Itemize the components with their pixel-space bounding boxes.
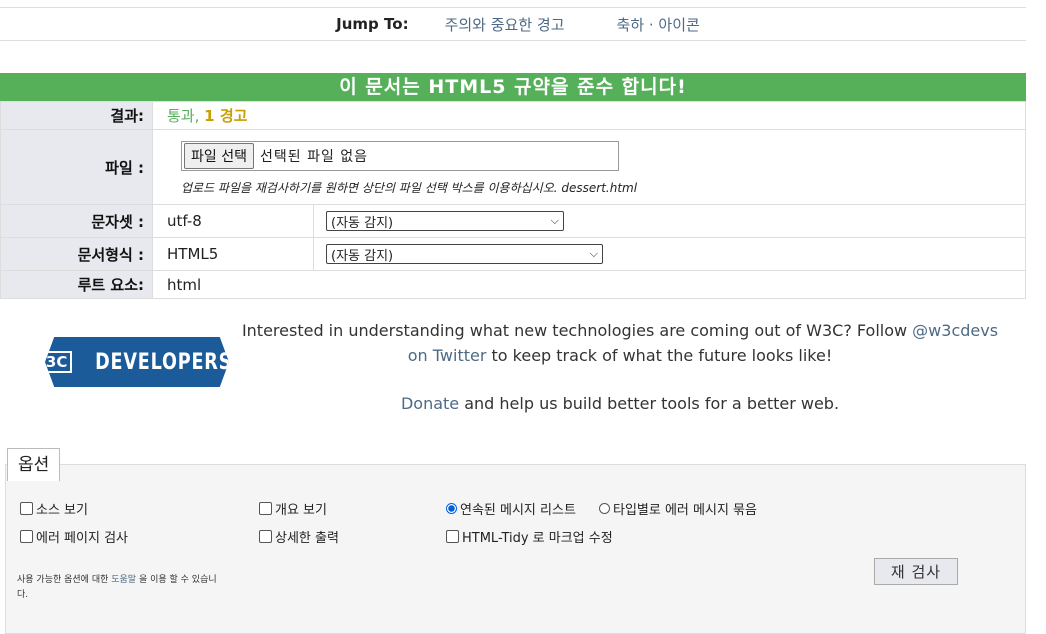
result-banner: 이 문서는 HTML5 규약을 준수 합니다!: [0, 73, 1026, 101]
file-status: 선택된 파일 없음: [259, 149, 369, 165]
promo-line1: Interested in understanding what new tec…: [241, 321, 913, 340]
chevron-down-icon: ⌵: [589, 247, 598, 260]
jump-bar: Jump To: 주의와 중요한 경고 축하 · 아이콘: [0, 8, 1026, 41]
jump-link-warnings[interactable]: 주의와 중요한 경고: [445, 14, 565, 35]
show-source-label: 소스 보기: [36, 503, 88, 518]
result-table: 결과: 통과, 1 경고 파일 : 파일 선택 선택된 파일 없음 업로드 파일…: [0, 101, 1026, 299]
outline-option[interactable]: 개요 보기: [259, 499, 327, 518]
error-page-option[interactable]: 에러 페이지 검사: [20, 527, 128, 546]
file-input[interactable]: 파일 선택 선택된 파일 없음: [181, 141, 619, 171]
help-pre: 사용 가능한 옵션에 대한: [17, 575, 112, 585]
warning-count: 1 경고: [204, 107, 248, 125]
pass-text: 통과,: [167, 107, 200, 125]
charset-select[interactable]: (자동 감지) ⌵: [326, 211, 564, 231]
root-value: html: [152, 270, 1026, 299]
result-value: 통과, 1 경고: [152, 101, 1026, 130]
promo-line1-end: to keep track of what the future looks l…: [486, 346, 833, 365]
doctype-label: 문서형식 :: [0, 237, 153, 271]
w3c-mark: W3C: [45, 351, 73, 373]
jump-label: Jump To:: [336, 15, 409, 33]
file-hint: 업로드 파일을 재검사하기를 원하면 상단의 파일 선택 박스를 이용하십시오.…: [181, 181, 638, 195]
result-label: 결과:: [0, 101, 153, 130]
doctype-select-value: (자동 감지): [331, 248, 394, 264]
outline-checkbox[interactable]: [259, 502, 272, 515]
verbose-option[interactable]: 상세한 출력: [259, 527, 339, 546]
charset-select-value: (자동 감지): [331, 215, 394, 231]
root-label: 루트 요소:: [0, 270, 153, 299]
developers-text: DEVELOPERS: [95, 349, 233, 375]
group-option[interactable]: 타입별로 에러 메시지 묶음: [599, 499, 757, 518]
verbose-label: 상세한 출력: [275, 531, 339, 546]
tidy-checkbox[interactable]: [446, 530, 459, 543]
promo-line2: and help us build better tools for a bet…: [459, 394, 840, 413]
jump-link-congrats[interactable]: 축하 · 아이콘: [617, 14, 700, 35]
sequential-label: 연속된 메시지 리스트: [460, 503, 576, 518]
doctype-select[interactable]: (자동 감지) ⌵: [326, 244, 603, 264]
options-panel: 소스 보기 개요 보기 연속된 메시지 리스트 타입별로 에러 메시지 묶음 에…: [5, 464, 1026, 634]
error-page-checkbox[interactable]: [20, 530, 33, 543]
donate-link[interactable]: Donate: [401, 394, 459, 413]
doctype-value: HTML5: [167, 245, 219, 263]
error-page-label: 에러 페이지 검사: [36, 531, 128, 546]
show-source-checkbox[interactable]: [20, 502, 33, 515]
group-radio[interactable]: [599, 503, 610, 514]
revalidate-button[interactable]: 재 검사: [874, 558, 958, 585]
file-label: 파일 :: [0, 129, 153, 205]
doctype-cell: HTML5 (자동 감지) ⌵: [152, 237, 1026, 271]
options-legend[interactable]: 옵션: [7, 448, 61, 481]
charset-label: 문자셋 :: [0, 204, 153, 238]
sequential-radio[interactable]: [446, 503, 457, 514]
promo-text: Interested in understanding what new tec…: [240, 318, 1000, 416]
tidy-label: HTML-Tidy 로 마크업 수정: [462, 531, 613, 546]
chevron-down-icon: ⌵: [550, 214, 559, 227]
charset-cell: utf-8 (자동 감지) ⌵: [152, 204, 1026, 238]
divider: [313, 205, 314, 237]
divider: [313, 238, 314, 270]
tidy-option[interactable]: HTML-Tidy 로 마크업 수정: [446, 527, 613, 546]
sequential-option[interactable]: 연속된 메시지 리스트: [446, 499, 576, 518]
w3c-developers-logo[interactable]: W3C DEVELOPERS: [45, 337, 229, 387]
twitter-link[interactable]: Twitter: [433, 346, 487, 365]
group-label: 타입별로 에러 메시지 묶음: [613, 503, 757, 518]
choose-file-button[interactable]: 파일 선택: [184, 143, 254, 169]
outline-label: 개요 보기: [275, 503, 327, 518]
verbose-checkbox[interactable]: [259, 530, 272, 543]
help-link[interactable]: 도움말: [111, 575, 136, 585]
file-cell: 파일 선택 선택된 파일 없음 업로드 파일을 재검사하기를 원하면 상단의 파…: [152, 129, 1026, 205]
charset-value: utf-8: [167, 212, 202, 230]
options-help: 사용 가능한 옵션에 대한 도움말 을 이용 할 수 있습니다.: [17, 573, 222, 603]
show-source-option[interactable]: 소스 보기: [20, 499, 88, 518]
